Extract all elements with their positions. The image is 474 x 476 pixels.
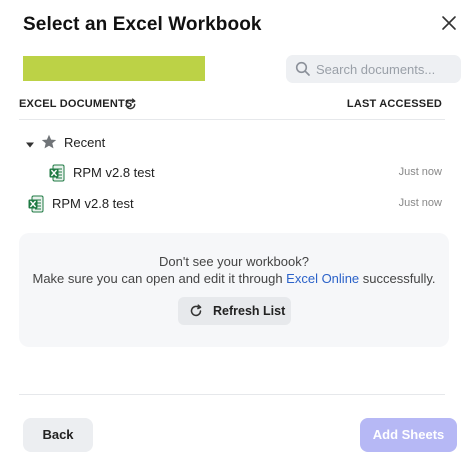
back-button[interactable]: Back: [23, 418, 93, 452]
recent-group-label: Recent: [64, 135, 106, 150]
help-text-after: successfully.: [359, 271, 436, 286]
select-workbook-dialog: Select an Excel Workbook EXCEL DOCUMENTS…: [0, 0, 474, 476]
footer-divider: [19, 394, 445, 395]
recent-toggle[interactable]: [25, 137, 35, 148]
refresh-icon: [190, 304, 202, 317]
excel-file-icon: [49, 164, 65, 182]
header-divider: [19, 119, 445, 120]
document-name: RPM v2.8 test: [73, 165, 155, 180]
help-text: Make sure you can open and edit it throu…: [19, 271, 449, 286]
add-sheets-button[interactable]: Add Sheets: [360, 418, 457, 452]
dialog-title: Select an Excel Workbook: [23, 14, 262, 35]
document-row[interactable]: RPM v2.8 test Just now: [28, 193, 442, 217]
help-panel: Don't see your workbook? Make sure you c…: [19, 233, 449, 347]
last-accessed-header: LAST ACCESSED: [346, 98, 442, 110]
excel-documents-header: EXCEL DOCUMENTS: [19, 98, 133, 110]
document-name: RPM v2.8 test: [52, 196, 134, 211]
excel-online-link[interactable]: Excel Online: [286, 271, 359, 286]
refresh-list-button[interactable]: Refresh List: [178, 297, 291, 325]
back-button-label: Back: [42, 427, 74, 442]
star-icon: [41, 134, 57, 149]
refresh-list-label: Refresh List: [213, 304, 286, 318]
caret-down-icon: [26, 142, 34, 148]
close-button[interactable]: [440, 14, 458, 32]
refresh-icon: [125, 98, 136, 110]
search-input[interactable]: [316, 55, 456, 83]
reload-documents-button[interactable]: [124, 98, 137, 111]
document-last-accessed: Just now: [398, 166, 442, 178]
document-last-accessed: Just now: [398, 197, 442, 209]
search-box[interactable]: [286, 55, 461, 83]
help-text-before: Make sure you can open and edit it throu…: [32, 271, 287, 286]
close-icon: [442, 16, 456, 30]
search-icon: [295, 61, 310, 76]
account-color-block: [23, 56, 205, 81]
help-title: Don't see your workbook?: [159, 254, 309, 269]
recent-document-row[interactable]: RPM v2.8 test Just now: [49, 162, 442, 186]
excel-file-icon: [28, 195, 44, 213]
add-sheets-label: Add Sheets: [372, 427, 445, 442]
